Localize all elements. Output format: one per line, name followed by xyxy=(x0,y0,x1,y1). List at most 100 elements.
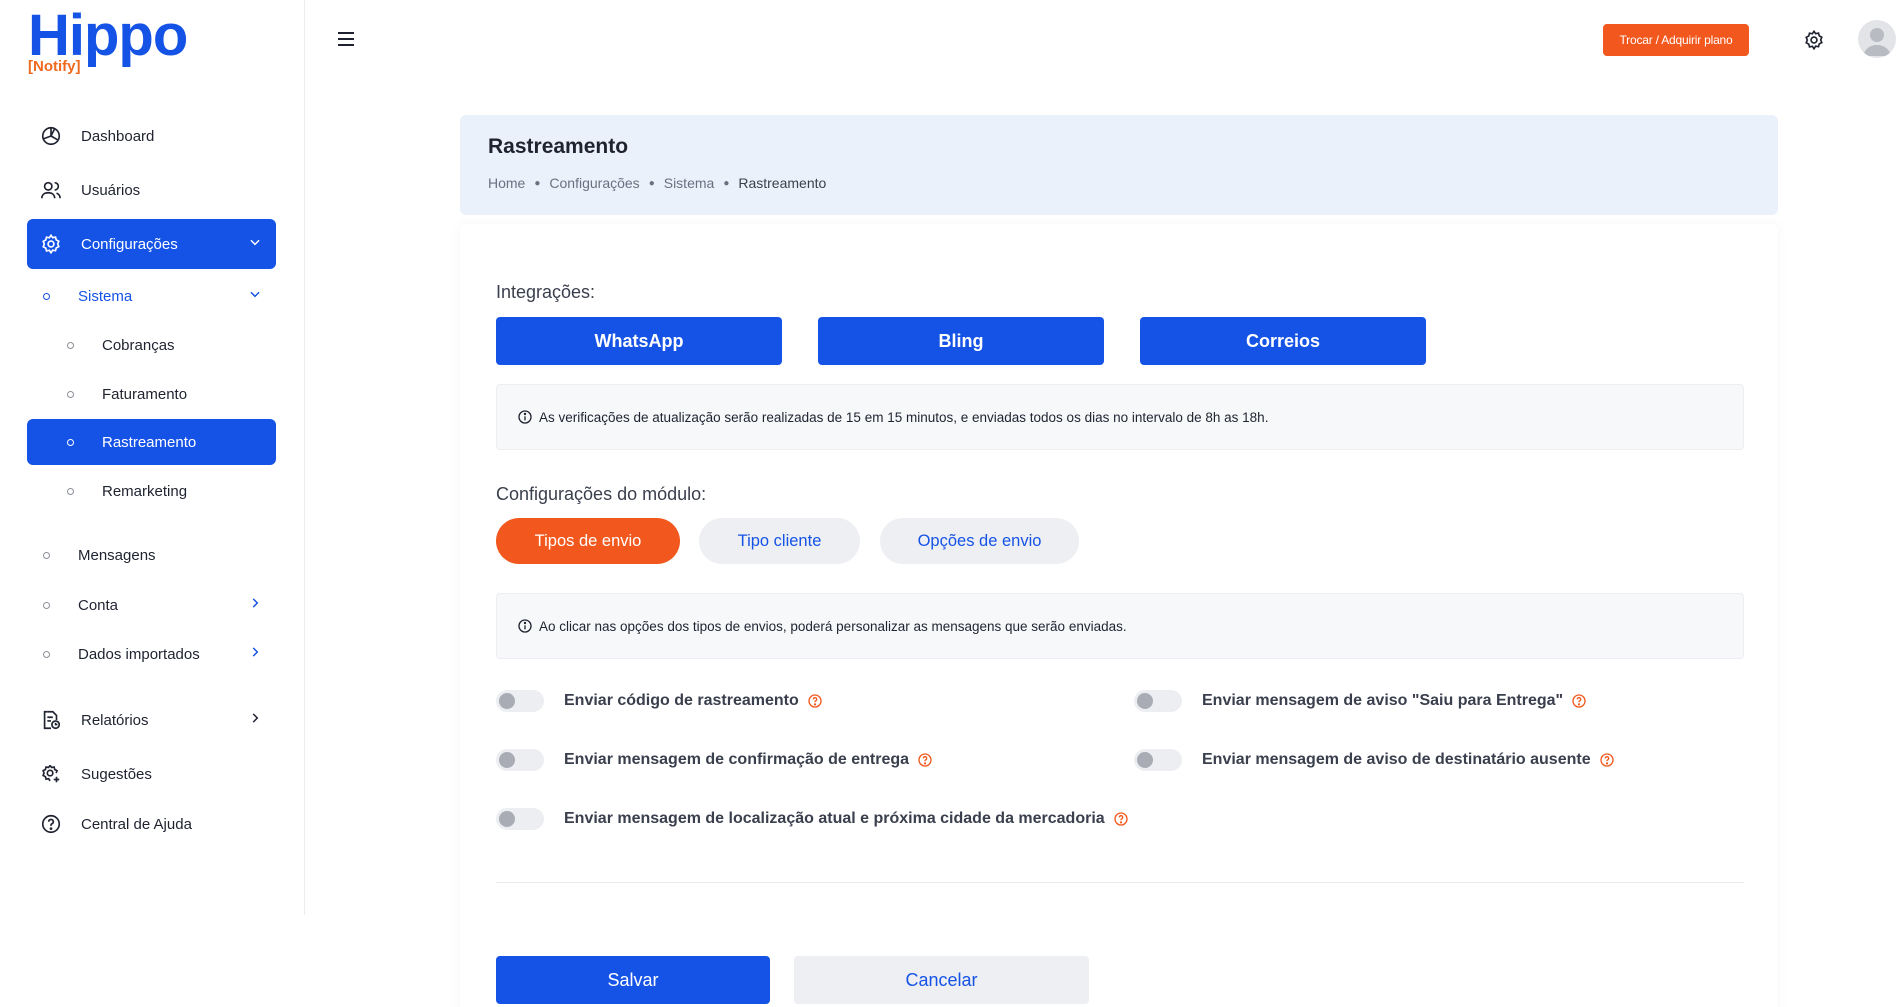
sidebar-item-central-ajuda[interactable]: Central de Ajuda xyxy=(27,801,276,847)
chevron-right-icon xyxy=(248,596,262,614)
info-icon xyxy=(517,409,533,425)
page-header: Rastreamento Home ● Configurações ● Sist… xyxy=(460,115,1778,215)
gear-plus-icon xyxy=(39,762,63,786)
sidebar-item-cobrancas[interactable]: Cobranças xyxy=(27,322,276,368)
module-info: Ao clicar nas opções dos tipos de envios… xyxy=(496,593,1744,659)
bullet-icon xyxy=(67,487,74,495)
bling-button[interactable]: Bling xyxy=(818,317,1104,365)
toggle-switch[interactable] xyxy=(496,808,544,830)
chevron-right-icon xyxy=(248,711,262,729)
sidebar-item-dashboard[interactable]: Dashboard xyxy=(27,113,276,159)
toggle-switch[interactable] xyxy=(1134,690,1182,712)
sidebar-item-dados-importados[interactable]: Dados importados xyxy=(27,631,276,677)
report-icon xyxy=(39,708,63,732)
tab-tipos-de-envio[interactable]: Tipos de envio xyxy=(496,518,680,564)
breadcrumb-separator: ● xyxy=(534,177,541,189)
help-icon[interactable] xyxy=(917,752,933,768)
logo[interactable]: Hippo [Notify] xyxy=(28,6,208,76)
change-plan-button[interactable]: Trocar / Adquirir plano xyxy=(1603,24,1749,56)
sidebar-item-label: Usuários xyxy=(81,181,141,199)
toggle-label: Enviar mensagem de aviso "Saiu para Entr… xyxy=(1202,692,1564,709)
toggle-switch[interactable] xyxy=(496,749,544,771)
chevron-down-icon xyxy=(248,287,262,305)
sidebar-item-label: Remarketing xyxy=(102,482,188,500)
sidebar-item-remarketing[interactable]: Remarketing xyxy=(27,468,276,514)
divider xyxy=(496,882,1744,883)
toggle-knob xyxy=(1137,752,1153,768)
sidebar-item-relatorios[interactable]: Relatórios xyxy=(27,697,276,743)
help-icon[interactable] xyxy=(1571,693,1587,709)
sidebar-item-label: Dashboard xyxy=(81,127,155,145)
sidebar-item-rastreamento[interactable]: Rastreamento xyxy=(27,419,276,465)
toggle-knob xyxy=(1137,693,1153,709)
sidebar-item-usuarios[interactable]: Usuários xyxy=(27,167,276,213)
tab-opcoes-de-envio[interactable]: Opções de envio xyxy=(880,518,1079,564)
chevron-right-icon xyxy=(248,645,262,663)
toggle-label: Enviar código de rastreamento xyxy=(564,692,799,709)
info-text: Ao clicar nas opções dos tipos de envios… xyxy=(539,618,1127,634)
breadcrumb-home[interactable]: Home xyxy=(488,175,525,191)
bullet-icon xyxy=(43,601,50,609)
menu-icon[interactable] xyxy=(336,30,356,48)
page-title: Rastreamento xyxy=(488,135,629,158)
help-icon[interactable] xyxy=(1599,752,1615,768)
sidebar-item-label: Central de Ajuda xyxy=(81,815,192,833)
toggle-row-destinatario-ausente: Enviar mensagem de aviso de destinatário… xyxy=(1134,749,1615,771)
toggle-row-confirmacao-entrega: Enviar mensagem de confirmação de entreg… xyxy=(496,749,933,771)
sidebar-item-label: Sugestões xyxy=(81,765,152,783)
gear-icon[interactable] xyxy=(1803,29,1825,51)
bullet-icon xyxy=(43,551,50,559)
logo-wordmark: Hippo xyxy=(28,3,188,68)
sidebar-item-label: Cobranças xyxy=(102,336,175,354)
toggle-label: Enviar mensagem de confirmação de entreg… xyxy=(564,751,910,768)
help-icon[interactable] xyxy=(807,693,823,709)
cancel-button[interactable]: Cancelar xyxy=(794,956,1089,1004)
toggle-knob xyxy=(499,752,515,768)
bullet-icon xyxy=(67,390,74,398)
save-button[interactable]: Salvar xyxy=(496,956,770,1004)
toggle-switch[interactable] xyxy=(1134,749,1182,771)
bullet-icon xyxy=(43,650,50,658)
chevron-down-icon xyxy=(248,235,262,253)
gear-icon xyxy=(39,232,63,256)
sidebar-item-label: Faturamento xyxy=(102,385,188,403)
integrations-info: As verificações de atualização serão rea… xyxy=(496,384,1744,450)
sidebar-item-conta[interactable]: Conta xyxy=(27,582,276,628)
bullet-icon xyxy=(67,341,74,349)
logo-sub: [Notify] xyxy=(28,58,81,75)
help-icon[interactable] xyxy=(1113,811,1129,827)
help-circle-icon xyxy=(39,812,63,836)
info-icon xyxy=(517,618,533,634)
sidebar-item-label: Mensagens xyxy=(78,546,156,564)
correios-button[interactable]: Correios xyxy=(1140,317,1426,365)
sidebar-item-label: Dados importados xyxy=(78,645,200,663)
avatar[interactable] xyxy=(1858,20,1896,58)
breadcrumb-configuracoes[interactable]: Configurações xyxy=(549,175,639,191)
dashboard-icon xyxy=(39,124,63,148)
bullet-icon xyxy=(67,438,74,446)
module-label: Configurações do módulo: xyxy=(496,484,707,504)
breadcrumb-separator: ● xyxy=(723,177,730,189)
toggle-knob xyxy=(499,811,515,827)
toggle-row-localizacao-atual: Enviar mensagem de localização atual e p… xyxy=(496,808,1129,830)
users-icon xyxy=(39,178,63,202)
main-card: Integrações: WhatsApp Bling Correios As … xyxy=(460,224,1778,1007)
sidebar-item-sistema[interactable]: Sistema xyxy=(27,273,276,319)
sidebar: Hippo [Notify] Dashboard Usuários Config… xyxy=(0,0,305,915)
sidebar-item-label: Relatórios xyxy=(81,711,149,729)
sidebar-item-configuracoes[interactable]: Configurações xyxy=(27,219,276,269)
toggle-switch[interactable] xyxy=(496,690,544,712)
integrations-label: Integrações: xyxy=(496,282,596,302)
toggle-label: Enviar mensagem de aviso de destinatário… xyxy=(1202,751,1591,768)
sidebar-item-faturamento[interactable]: Faturamento xyxy=(27,371,276,417)
tab-tipo-cliente[interactable]: Tipo cliente xyxy=(699,518,860,564)
sidebar-item-sugestoes[interactable]: Sugestões xyxy=(27,751,276,797)
breadcrumb-sistema[interactable]: Sistema xyxy=(664,175,715,191)
sidebar-item-mensagens[interactable]: Mensagens xyxy=(27,532,276,578)
bullet-icon xyxy=(43,292,50,300)
breadcrumb: Home ● Configurações ● Sistema ● Rastrea… xyxy=(488,175,826,191)
toggle-knob xyxy=(499,693,515,709)
sidebar-item-label: Sistema xyxy=(78,287,133,305)
toggle-row-codigo-rastreamento: Enviar código de rastreamento xyxy=(496,690,823,712)
whatsapp-button[interactable]: WhatsApp xyxy=(496,317,782,365)
